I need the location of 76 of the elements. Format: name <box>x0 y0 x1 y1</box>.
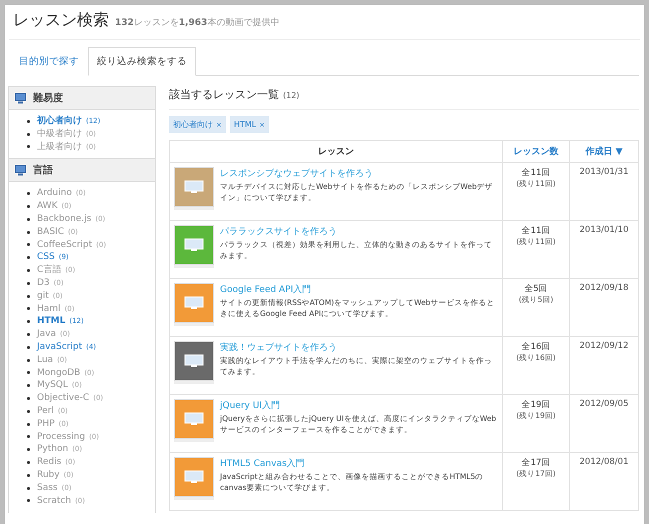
results-title: 該当するレッスン一覧 <box>169 87 279 102</box>
lesson-title-link[interactable]: HTML5 Canvas入門 <box>220 457 498 470</box>
screen-icon <box>184 296 204 310</box>
filter-link[interactable]: HTML <box>37 315 66 328</box>
monitor-icon <box>15 164 26 176</box>
bullet-icon <box>27 282 30 285</box>
created-date: 2012/09/05 <box>578 399 630 409</box>
bullet-icon <box>27 230 30 234</box>
bullet-icon <box>27 384 30 388</box>
bullet-icon <box>27 397 30 400</box>
thumbnail-image[interactable] <box>174 399 214 439</box>
bullet-icon <box>27 205 30 208</box>
screen-icon <box>184 238 204 252</box>
lesson-title-link[interactable]: パララックスサイトを作ろう <box>220 225 498 238</box>
created-date: 2013/01/31 <box>578 167 630 177</box>
bullet-icon <box>27 499 30 502</box>
thumbnail-image[interactable] <box>174 167 214 207</box>
bullet-icon <box>27 218 30 221</box>
bullet-icon <box>27 486 30 490</box>
section-title: 難易度 <box>33 91 63 105</box>
bullet-icon <box>27 371 30 374</box>
created-date: 2013/01/10 <box>578 225 630 235</box>
bullet-icon <box>27 333 30 336</box>
lesson-total: 全17回 <box>520 457 552 469</box>
bullet-icon <box>27 294 30 298</box>
lesson-title-link[interactable]: 実践！ウェブサイトを作ろう <box>220 341 498 354</box>
lesson-title-link[interactable]: Google Feed API入門 <box>220 283 498 296</box>
created-date: 2012/08/01 <box>578 457 630 467</box>
screen-icon <box>184 470 204 484</box>
column-header: レッスン <box>170 140 502 162</box>
bullet-icon <box>27 192 30 196</box>
lesson-title-link[interactable]: jQuery UI入門 <box>220 399 498 412</box>
filter-tag-label: HTML <box>234 120 256 129</box>
lesson-title-link[interactable]: レスポンシブなウェブサイトを作ろう <box>220 167 498 180</box>
page-title: レッスン検索 <box>13 10 109 31</box>
thumbnail-image[interactable] <box>174 283 214 323</box>
created-date: 2012/09/12 <box>578 341 630 351</box>
bullet-icon <box>27 346 30 349</box>
bullet-icon <box>27 269 30 272</box>
bullet-icon <box>27 320 30 324</box>
filter-tag-label: 初心者向け <box>173 119 213 130</box>
bullet-icon <box>27 132 30 136</box>
tab[interactable]: 絞り込み検索をする <box>88 47 196 76</box>
bullet-icon <box>27 120 30 123</box>
column-header[interactable]: レッスン数 <box>502 140 570 162</box>
bullet-icon <box>27 358 30 362</box>
monitor-icon <box>15 92 26 104</box>
bullet-icon <box>27 461 30 464</box>
screen-icon <box>184 180 204 194</box>
filter-link[interactable]: CSS <box>37 251 55 264</box>
bullet-icon <box>27 474 30 477</box>
thumbnail-image[interactable] <box>174 225 214 265</box>
thumbnail-image[interactable] <box>174 457 214 497</box>
bullet-icon <box>27 448 30 452</box>
screen-icon <box>184 412 204 426</box>
lesson-total: 全5回 <box>523 283 549 295</box>
bullet-icon <box>27 422 30 426</box>
section-title: 言語 <box>33 163 53 178</box>
results-count: (12) <box>283 91 300 100</box>
bullet-icon <box>27 256 30 260</box>
lesson-total: 全19回 <box>520 399 552 411</box>
filter-link[interactable]: 初心者向け <box>37 115 82 128</box>
filter-link[interactable]: JavaScript <box>37 340 82 354</box>
page-subtitle: 132レッスンを1,963本の動画で提供中 <box>115 16 280 29</box>
thumbnail-image[interactable] <box>174 341 214 381</box>
lesson-total: 全11回 <box>520 225 552 237</box>
lesson-total: 全16回 <box>520 341 552 353</box>
screen-icon <box>184 354 204 368</box>
bullet-icon <box>27 145 30 148</box>
lesson-total: 全11回 <box>520 167 552 179</box>
bullet-icon <box>27 435 30 438</box>
bullet-icon <box>27 410 30 413</box>
bullet-icon <box>27 307 30 310</box>
column-header[interactable]: 作成日 ▼ <box>570 140 638 162</box>
bullet-icon <box>27 243 30 246</box>
created-date: 2012/09/18 <box>578 283 630 293</box>
